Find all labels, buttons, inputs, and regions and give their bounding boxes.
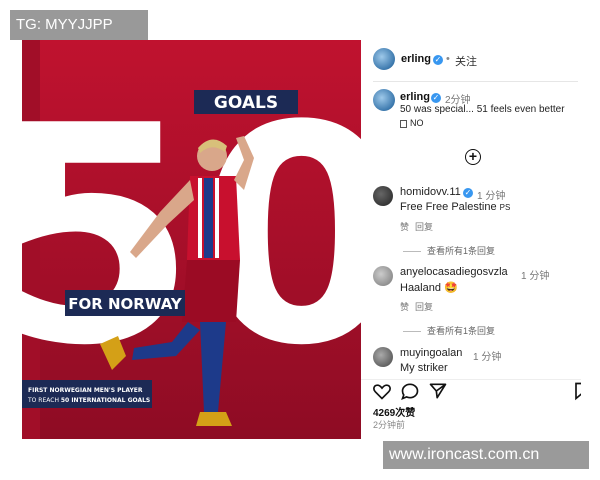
view-replies-text[interactable]: 查看所有1条回复 [427, 246, 495, 256]
like-link[interactable]: 赞 [400, 222, 409, 232]
comment-actions: 赞回复 [400, 300, 439, 313]
view-replies-text[interactable]: 查看所有1条回复 [427, 326, 495, 336]
flag-text: NO [410, 118, 424, 128]
caption-username[interactable]: erling [400, 91, 430, 103]
subtitle-line1: FIRST NORWEGIAN MEN'S PLAYER [28, 387, 143, 394]
verified-icon: ✓ [433, 55, 443, 65]
comment-text: My striker [400, 362, 448, 374]
caption-flag: NO [400, 118, 424, 128]
comment-time: 1 分钟 [521, 271, 550, 282]
load-more-comments-button[interactable]: + [465, 149, 481, 165]
avatar[interactable] [373, 186, 393, 206]
watermark-bottom: www.ironcast.com.cn [383, 441, 589, 469]
flag-icon [400, 119, 407, 128]
comment-text-body: Haaland [400, 282, 441, 294]
verified-icon: ✓ [463, 188, 473, 198]
follow-button[interactable]: 关注 [455, 53, 477, 69]
view-replies-link[interactable]: 查看所有1条回复 [403, 324, 495, 337]
separator-dot: • [446, 53, 450, 65]
comment-flag: PS [499, 203, 511, 212]
share-icon[interactable] [428, 381, 448, 401]
comment-emoji: 🤩 [444, 282, 458, 294]
comment-time: 1 分钟 [477, 191, 506, 202]
reply-link[interactable]: 回复 [415, 302, 433, 312]
bookmark-icon[interactable] [571, 381, 581, 401]
post-sidebar: erling ✓ • 关注 erling ✓ 2分钟 50 was specia… [361, 40, 581, 439]
comment-icon[interactable] [400, 381, 420, 401]
reply-link[interactable]: 回复 [415, 222, 433, 232]
divider [403, 331, 421, 333]
caption-text: 50 was special... 51 feels even better [400, 104, 565, 115]
post-action-bar [361, 379, 581, 402]
heart-icon[interactable] [372, 381, 392, 401]
avatar[interactable] [373, 347, 393, 367]
divider [403, 251, 421, 253]
verified-icon: ✓ [431, 93, 441, 103]
post-image: 50 GOALS FOR NORWAY FIRST NORWEGIAN MEN'… [22, 40, 361, 439]
watermark-top: TG: MYYJJPP [10, 10, 148, 40]
comment-username[interactable]: muyingoalan [400, 347, 462, 359]
avatar[interactable] [373, 89, 395, 111]
comment-text: Free Free Palestine PS [400, 201, 510, 213]
like-link[interactable]: 赞 [400, 302, 409, 312]
view-replies-link[interactable]: 查看所有1条回复 [403, 244, 495, 257]
likes-count[interactable]: 4269次赞 [373, 404, 415, 419]
avatar[interactable] [373, 48, 395, 70]
comment-time: 1 分钟 [473, 352, 502, 363]
subtitle-line2: TO REACH 50 INTERNATIONAL GOALS [27, 397, 150, 404]
comment-username[interactable]: homidovv.11 [400, 186, 461, 198]
username[interactable]: erling [401, 53, 431, 65]
comment-actions: 赞回复 [400, 220, 439, 233]
comment-text-body: Free Free Palestine [400, 201, 497, 213]
comment-text: Haaland 🤩 [400, 281, 458, 294]
comment-username[interactable]: anyelocasadiegosvzla [400, 266, 508, 278]
divider [373, 81, 578, 82]
post-time: 2分钟前 [373, 420, 406, 430]
avatar[interactable] [373, 266, 393, 286]
goals-badge-text: GOALS [214, 93, 278, 113]
post-header: erling ✓ • 关注 [373, 48, 578, 72]
for-norway-text: FOR NORWAY [68, 295, 183, 313]
